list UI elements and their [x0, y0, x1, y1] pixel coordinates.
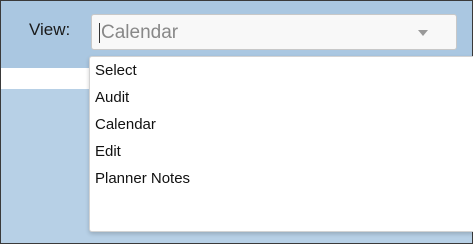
chevron-down-icon[interactable] — [418, 30, 428, 36]
dropdown-option-audit[interactable]: Audit — [95, 89, 129, 106]
view-label: View: — [29, 20, 71, 39]
dropdown-option-calendar[interactable]: Calendar — [95, 116, 156, 133]
view-dropdown-list: Select Audit Calendar Edit Planner Notes — [89, 56, 473, 232]
view-select-value: Calendar — [101, 22, 179, 43]
dropdown-option-edit[interactable]: Edit — [95, 143, 121, 160]
white-strip — [1, 68, 92, 89]
dropdown-option-select[interactable]: Select — [95, 62, 137, 79]
view-select[interactable]: Calendar — [91, 14, 457, 50]
text-cursor — [99, 23, 100, 43]
dropdown-option-planner-notes[interactable]: Planner Notes — [95, 170, 190, 187]
